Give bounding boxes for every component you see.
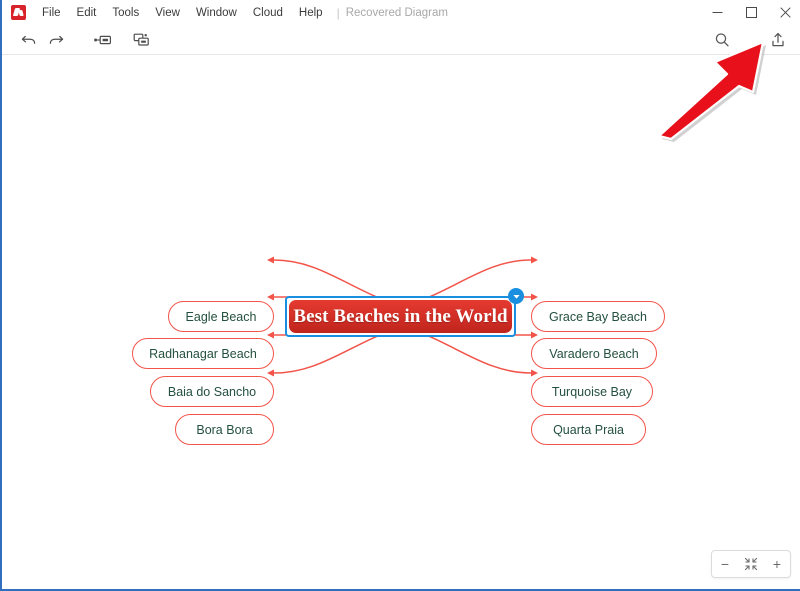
node-label: Turquoise Bay — [551, 384, 633, 399]
node-radhanagar-beach[interactable]: Radhanagar Beach — [132, 338, 274, 369]
zoom-controls: − + — [711, 550, 791, 578]
central-topic-node[interactable]: Best Beaches in the World — [285, 296, 516, 337]
node-turquoise-bay[interactable]: Turquoise Bay — [531, 376, 653, 407]
redo-button[interactable] — [43, 27, 69, 53]
node-label: Bora Bora — [196, 422, 253, 437]
menu-item-view[interactable]: View — [147, 4, 188, 22]
menu-item-window[interactable]: Window — [188, 4, 245, 22]
insert-subtopic-button[interactable] — [90, 27, 116, 53]
menu-item-cloud[interactable]: Cloud — [245, 4, 291, 22]
undo-icon — [21, 35, 36, 44]
close-button[interactable] — [768, 0, 800, 25]
minimize-icon — [712, 12, 722, 13]
maximize-button[interactable] — [734, 0, 768, 25]
node-label: Varadero Beach — [549, 346, 639, 361]
undo-button[interactable] — [16, 27, 42, 53]
chevron-down-icon — [512, 294, 520, 299]
node-label: Eagle Beach — [185, 309, 257, 324]
menu-item-help[interactable]: Help — [291, 4, 331, 22]
minimize-button[interactable] — [700, 0, 734, 25]
app-logo-icon — [11, 5, 26, 20]
node-label: Baia do Sancho — [167, 384, 257, 399]
fit-to-screen-button[interactable] — [738, 552, 764, 576]
node-grace-bay-beach[interactable]: Grace Bay Beach — [531, 301, 665, 332]
search-icon — [715, 33, 729, 47]
insert-subtopic-icon — [94, 35, 111, 45]
mindmap-canvas[interactable]: Eagle Beach Radhanagar Beach Baia do San… — [2, 56, 800, 589]
fit-to-screen-icon — [744, 557, 758, 571]
node-baia-do-sancho[interactable]: Baia do Sancho — [150, 376, 274, 407]
node-bora-bora[interactable]: Bora Bora — [175, 414, 274, 445]
toolbar — [2, 25, 800, 55]
maximize-icon — [745, 7, 757, 18]
node-quarta-praia[interactable]: Quarta Praia — [531, 414, 646, 445]
node-label: Radhanagar Beach — [149, 346, 257, 361]
menu-bar: File Edit Tools View Window Cloud Help |… — [2, 0, 800, 25]
node-label: Quarta Praia — [553, 422, 624, 437]
window-controls — [700, 0, 800, 25]
redo-icon — [49, 35, 64, 44]
application-window: File Edit Tools View Window Cloud Help |… — [0, 0, 800, 591]
central-topic-label: Best Beaches in the World — [289, 300, 512, 333]
node-varadero-beach[interactable]: Varadero Beach — [531, 338, 657, 369]
node-eagle-beach[interactable]: Eagle Beach — [168, 301, 274, 332]
search-button[interactable] — [709, 27, 735, 53]
zoom-in-button[interactable]: + — [764, 552, 790, 576]
insert-topic-icon — [133, 33, 149, 46]
zoom-out-button[interactable]: − — [712, 552, 738, 576]
menu-item-file[interactable]: File — [34, 4, 69, 22]
collapse-toggle-button[interactable] — [508, 288, 524, 304]
share-export-button[interactable] — [765, 27, 791, 53]
node-label: Grace Bay Beach — [549, 309, 647, 324]
menu-item-tools[interactable]: Tools — [104, 4, 147, 22]
close-icon — [779, 7, 791, 18]
menu-item-edit[interactable]: Edit — [69, 4, 105, 22]
share-export-icon — [772, 32, 784, 47]
insert-topic-button[interactable] — [129, 27, 155, 53]
menu-title-separator: | — [336, 5, 340, 20]
document-title: Recovered Diagram — [345, 6, 448, 19]
